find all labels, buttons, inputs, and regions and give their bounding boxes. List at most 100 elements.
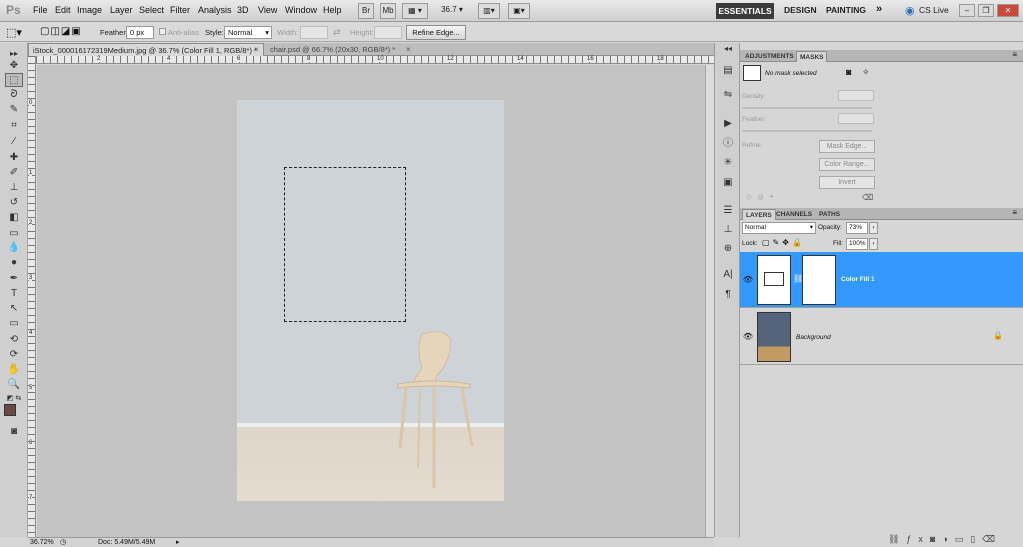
- healing-brush-tool-icon[interactable]: ✚: [5, 151, 23, 165]
- lasso-tool-icon[interactable]: ᘐ: [5, 88, 23, 102]
- brush-tool-icon[interactable]: ✐: [5, 166, 23, 180]
- marquee-preset-icon[interactable]: ⬚▾: [6, 26, 22, 39]
- history-brush-tool-icon[interactable]: ↺: [5, 196, 23, 210]
- bridge-button[interactable]: Br: [358, 3, 374, 19]
- close-button[interactable]: ✕: [997, 4, 1019, 17]
- tab-layers[interactable]: LAYERS: [742, 209, 776, 220]
- clone-source-icon[interactable]: ⊥: [721, 224, 735, 236]
- screen-mode-button[interactable]: ▣▾: [508, 3, 530, 19]
- status-zoom[interactable]: 36.72%: [30, 538, 54, 547]
- paragraph-icon[interactable]: ¶: [721, 289, 735, 301]
- antialias-checkbox[interactable]: [159, 28, 166, 35]
- menu-view[interactable]: View: [258, 5, 277, 15]
- width-input[interactable]: [300, 26, 328, 39]
- eraser-tool-icon[interactable]: ◧: [5, 211, 23, 225]
- info-icon[interactable]: ⓘ: [721, 138, 735, 150]
- workspace-essentials[interactable]: ESSENTIALS: [716, 3, 774, 19]
- ruler-vertical[interactable]: [28, 56, 36, 537]
- tab-adjustments[interactable]: ADJUSTMENTS: [742, 51, 797, 62]
- view-extras-button[interactable]: ▦ ▾: [402, 3, 428, 19]
- tab-chair-document[interactable]: chair.psd @ 66.7% (20x30, RGB/8*) *: [266, 43, 416, 56]
- layer-mask-thumbnail[interactable]: [802, 255, 836, 305]
- chevron-right-icon[interactable]: ›: [869, 238, 878, 250]
- layer-name[interactable]: Background: [796, 334, 831, 341]
- minimize-button[interactable]: –: [959, 4, 975, 17]
- vector-mask-icon[interactable]: ✧: [862, 67, 870, 78]
- menu-select[interactable]: Select: [139, 5, 164, 15]
- lock-icons[interactable]: ▢✎✥🔒: [762, 238, 805, 247]
- type-tool-icon[interactable]: T: [5, 287, 23, 301]
- layer-row-color-fill[interactable]: 👁 ⛓ Color Fill 1: [740, 252, 1023, 308]
- eye-icon[interactable]: 👁: [742, 274, 754, 286]
- refine-edge-button[interactable]: Refine Edge...: [406, 25, 466, 40]
- workspace-design[interactable]: DESIGN: [784, 5, 817, 15]
- path-select-tool-icon[interactable]: ↖: [5, 302, 23, 316]
- play-icon[interactable]: ▶: [721, 118, 735, 130]
- character-icon[interactable]: A|: [721, 269, 735, 281]
- zoom-level-select[interactable]: 36.7 ▾: [434, 3, 470, 19]
- feather-slider[interactable]: [742, 130, 872, 132]
- cslive-button[interactable]: CS Live: [919, 5, 949, 15]
- crop-tool-icon[interactable]: ⌗: [5, 119, 23, 133]
- pixel-mask-icon[interactable]: ◙: [846, 67, 851, 77]
- menu-help[interactable]: Help: [323, 5, 342, 15]
- density-input[interactable]: [838, 90, 874, 101]
- mask-footer-icons[interactable]: ◇◎◓: [746, 193, 780, 201]
- fill-input[interactable]: 100%: [846, 238, 868, 250]
- eyedropper-tool-icon[interactable]: ⁄: [5, 135, 23, 149]
- tab-paths[interactable]: PATHS: [816, 209, 843, 220]
- style-select[interactable]: Normal ▾: [224, 26, 272, 39]
- selection-mode-icons[interactable]: ▢◫◪▣: [40, 26, 82, 37]
- tab-close-icon[interactable]: ×: [254, 43, 259, 56]
- menu-layer[interactable]: Layer: [110, 5, 133, 15]
- tab-channels[interactable]: CHANNELS: [773, 209, 815, 220]
- eye-icon[interactable]: 👁: [742, 331, 754, 343]
- density-slider[interactable]: [742, 107, 872, 109]
- quick-select-tool-icon[interactable]: ✎: [5, 103, 23, 117]
- restore-button[interactable]: ❐: [978, 4, 994, 17]
- panel-menu-icon[interactable]: ≡: [1012, 208, 1017, 217]
- menu-3d[interactable]: 3D: [237, 5, 249, 15]
- mask-edge-button[interactable]: Mask Edge...: [819, 140, 875, 153]
- feather-input[interactable]: 0 px: [126, 26, 154, 39]
- minibridge-button[interactable]: Mb: [380, 3, 396, 19]
- 3d-orbit-tool-icon[interactable]: ⟳: [5, 348, 23, 362]
- blend-mode-select[interactable]: Normal ▾: [742, 222, 816, 234]
- 3d-rotate-tool-icon[interactable]: ⟲: [5, 333, 23, 347]
- history-icon[interactable]: ▤: [721, 65, 735, 77]
- menu-filter[interactable]: Filter: [170, 5, 190, 15]
- trash-icon[interactable]: ⌫: [862, 193, 873, 202]
- menu-image[interactable]: Image: [77, 5, 102, 15]
- layer-row-background[interactable]: 👁 Background 🔒: [740, 309, 1023, 365]
- invert-button[interactable]: Invert: [819, 176, 875, 189]
- chevron-right-icon[interactable]: ›: [869, 222, 878, 234]
- menu-edit[interactable]: Edit: [55, 5, 71, 15]
- menu-window[interactable]: Window: [285, 5, 317, 15]
- tool-presets-icon[interactable]: ⊕: [721, 243, 735, 255]
- blur-tool-icon[interactable]: 💧: [5, 241, 23, 255]
- brush-presets-icon[interactable]: ✳: [721, 157, 735, 169]
- tab-masks[interactable]: MASKS: [796, 51, 828, 62]
- actions-icon[interactable]: ⇋: [721, 89, 735, 101]
- shape-tool-icon[interactable]: ▭: [5, 317, 23, 331]
- clone-stamp-tool-icon[interactable]: ⊥: [5, 181, 23, 195]
- tab-close-icon[interactable]: ×: [406, 43, 411, 56]
- color-range-button[interactable]: Color Range...: [819, 158, 875, 171]
- feather-input[interactable]: [838, 113, 874, 124]
- status-menu-icon[interactable]: ▸: [176, 538, 180, 547]
- move-tool-icon[interactable]: ✥: [5, 59, 23, 73]
- gradient-tool-icon[interactable]: ▭: [5, 227, 23, 241]
- panel-expand-icon[interactable]: ◂◂: [721, 43, 735, 55]
- status-info-icon[interactable]: ◷: [60, 538, 66, 547]
- image-icon[interactable]: ▣: [721, 177, 735, 189]
- opacity-input[interactable]: 73%: [846, 222, 868, 234]
- panel-menu-icon[interactable]: ≡: [1012, 50, 1017, 59]
- swap-icon[interactable]: ⇄: [333, 27, 341, 38]
- more-workspaces-button[interactable]: »: [876, 3, 882, 15]
- menu-analysis[interactable]: Analysis: [198, 5, 232, 15]
- zoom-tool-icon[interactable]: 🔍: [5, 378, 23, 392]
- menu-file[interactable]: File: [33, 5, 48, 15]
- layer-name[interactable]: Color Fill 1: [841, 276, 875, 283]
- selection-marquee[interactable]: [284, 167, 406, 322]
- dodge-tool-icon[interactable]: ●: [5, 256, 23, 270]
